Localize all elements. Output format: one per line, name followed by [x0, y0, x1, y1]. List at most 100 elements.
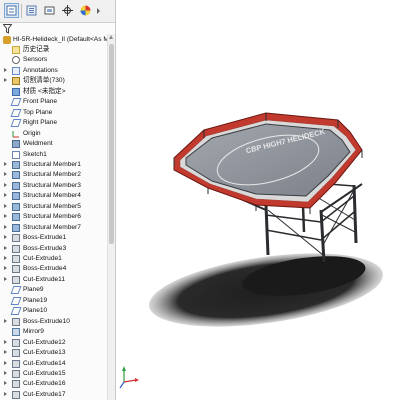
plane-icon: [10, 98, 22, 107]
cut-extrude-icon: [12, 349, 20, 358]
structural-member-icon: [12, 223, 20, 232]
expand-arrow-icon[interactable]: [4, 391, 7, 396]
sensor-icon: [12, 56, 20, 65]
tree-item[interactable]: Cut-Extrude12: [0, 338, 106, 348]
expand-arrow-icon[interactable]: [4, 381, 7, 386]
expand-arrow-icon[interactable]: [4, 339, 7, 344]
tree-item[interactable]: 历史记录: [0, 45, 106, 55]
tree-item[interactable]: Structural Member1: [0, 160, 106, 170]
tree-scrollbar[interactable]: [107, 34, 115, 400]
tree-item[interactable]: Cut-Extrude13: [0, 348, 106, 358]
tree-item[interactable]: 切割清单(730): [0, 76, 106, 86]
expand-arrow-icon[interactable]: [4, 161, 7, 166]
configuration-manager-icon[interactable]: [42, 3, 57, 18]
tree-item-label: Plane19: [23, 296, 48, 304]
tree-item-label: Cut-Extrude13: [23, 349, 66, 357]
cut-extrude-icon: [12, 338, 20, 347]
graphics-viewport[interactable]: CBP HIGH7 HELIDECK: [116, 0, 400, 400]
tree-item[interactable]: Cut-Extrude15: [0, 369, 106, 379]
tree-item-label: Boss-Extrude1: [23, 234, 67, 242]
tree-item[interactable]: Plane10: [0, 306, 106, 316]
tree-item[interactable]: Cut-Extrude16: [0, 379, 106, 389]
plane-icon: [10, 119, 22, 128]
expand-arrow-icon[interactable]: [4, 370, 7, 375]
tree-item[interactable]: 材质 <未指定>: [0, 87, 106, 97]
mirror-icon: [12, 328, 20, 337]
tree-item-label: Plane10: [23, 307, 48, 315]
history-icon: [12, 46, 20, 54]
scroll-up-icon[interactable]: [109, 35, 113, 39]
tree-item-label: Cut-Extrude12: [23, 338, 66, 346]
tree-item[interactable]: Cut-Extrude17: [0, 390, 106, 400]
property-manager-icon[interactable]: [24, 3, 39, 18]
tree-item[interactable]: Annotations: [0, 66, 106, 76]
expand-arrow-icon[interactable]: [4, 256, 7, 260]
structural-member-icon: [12, 181, 20, 190]
tree-item-label: Right Plane: [23, 119, 58, 127]
tree-item-label: Origin: [23, 129, 41, 137]
tree-item[interactable]: Right Plane: [0, 118, 106, 128]
tree-item[interactable]: Plane19: [0, 296, 106, 306]
tree-item-label: 切割清单(730): [23, 77, 65, 85]
cut-extrude-icon: [12, 275, 20, 284]
tree-item-label: Boss-Extrude3: [23, 244, 67, 252]
tree-item[interactable]: Top Plane: [0, 108, 106, 118]
tree-item-label: Structural Member1: [23, 160, 81, 168]
feature-manager-icon[interactable]: [4, 3, 19, 18]
tree-item[interactable]: Structural Member5: [0, 202, 106, 212]
expand-arrow-icon[interactable]: [4, 182, 7, 187]
tree-item[interactable]: Cut-Extrude11: [0, 275, 106, 285]
expand-arrow-icon[interactable]: [4, 350, 7, 355]
tree-item-label: Structural Member5: [23, 202, 81, 210]
expand-arrow-icon[interactable]: [4, 276, 7, 281]
cut-extrude-icon: [12, 359, 20, 368]
tree-item[interactable]: Boss-Extrude3: [0, 244, 106, 254]
tree-item-label: Mirror9: [23, 328, 44, 336]
ground-shadow: [149, 253, 383, 327]
extrude-icon: [12, 265, 20, 274]
material-icon: [12, 87, 20, 96]
tree-item-label: Front Plane: [23, 98, 58, 106]
expand-arrow-icon[interactable]: [4, 245, 7, 250]
tree-root-part[interactable]: HI-5R-Helideck_II (Default<As Ma: [0, 35, 113, 45]
tree-item[interactable]: Structural Member7: [0, 223, 106, 233]
view-triad[interactable]: [119, 366, 139, 389]
expand-arrow-icon[interactable]: [4, 193, 7, 198]
tree-item[interactable]: Cut-Extrude1: [0, 254, 106, 264]
tree-item[interactable]: Structural Member2: [0, 170, 106, 180]
structural-member-icon: [12, 192, 20, 201]
tree-item[interactable]: Sketch1: [0, 150, 106, 160]
expand-arrow-icon[interactable]: [4, 235, 7, 240]
expand-arrow-icon[interactable]: [4, 360, 7, 365]
tree-item[interactable]: Plane9: [0, 285, 106, 295]
tree-item[interactable]: Boss-Extrude10: [0, 317, 106, 327]
expand-arrow-icon[interactable]: [4, 266, 7, 271]
tree-item[interactable]: Structural Member4: [0, 191, 106, 201]
tree-item[interactable]: Weldment: [0, 139, 106, 149]
expand-arrow-icon[interactable]: [4, 203, 7, 208]
expand-arrow-icon[interactable]: [4, 172, 7, 177]
tree-item[interactable]: Sensors: [0, 55, 106, 65]
tree-item[interactable]: Mirror9: [0, 327, 106, 337]
tree-item[interactable]: Front Plane: [0, 97, 106, 107]
expand-arrow-icon[interactable]: [4, 318, 7, 323]
expand-arrow-icon[interactable]: [4, 214, 7, 219]
filter-icon[interactable]: [2, 24, 13, 34]
expand-arrow-icon[interactable]: [4, 67, 7, 72]
scrollbar-thumb[interactable]: [109, 44, 114, 244]
tree-item[interactable]: Origin: [0, 129, 106, 139]
dimxpert-icon[interactable]: [60, 3, 75, 18]
display-manager-icon[interactable]: [78, 3, 93, 18]
expand-arrow-icon[interactable]: [4, 78, 7, 83]
tree-item[interactable]: Boss-Extrude1: [0, 233, 106, 243]
weldment-icon: [12, 140, 20, 149]
tree-item[interactable]: Structural Member6: [0, 212, 106, 222]
structural-member-icon: [12, 171, 20, 180]
plane-icon: [10, 286, 22, 295]
toolbar-more-icon[interactable]: [97, 8, 100, 14]
tree-item[interactable]: Structural Member3: [0, 181, 106, 191]
tree-item[interactable]: Cut-Extrude14: [0, 359, 106, 369]
expand-arrow-icon[interactable]: [4, 224, 7, 229]
tree-item[interactable]: Boss-Extrude4: [0, 264, 106, 274]
sketch-icon: [12, 150, 20, 159]
